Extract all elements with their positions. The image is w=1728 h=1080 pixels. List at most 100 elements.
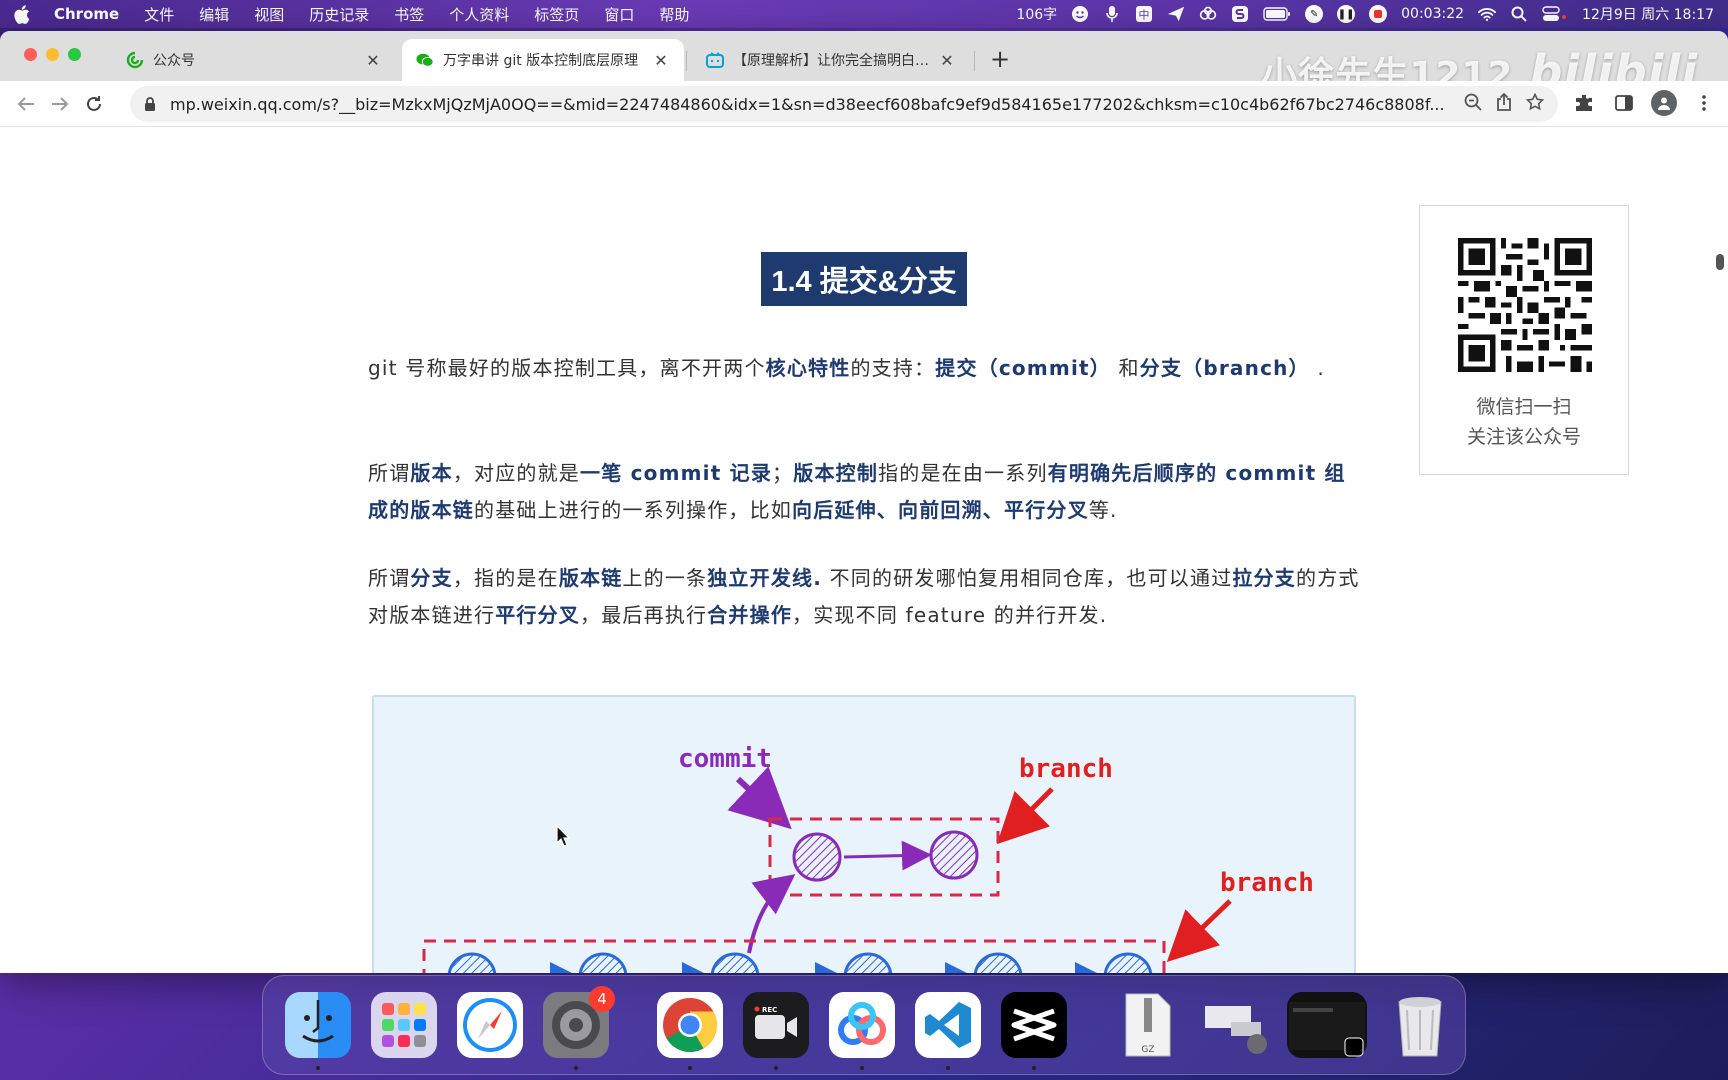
menu-app-name[interactable]: Chrome [54,5,119,23]
trash-icon[interactable] [1387,992,1453,1058]
safari-app-icon[interactable] [457,992,523,1058]
text-run: 上的一条 [622,566,708,590]
tab-strip: 公众号 ✕ 万字串讲 git 版本控制底层原理 ✕ 【原理解析】让你完全搞明白G… [0,31,1728,99]
branch-label-main: branch [1220,868,1314,898]
menu-window[interactable]: 窗口 [604,4,634,25]
recording-timer: 00:03:22 [1401,6,1465,22]
apple-menu-icon[interactable] [14,4,32,24]
commit-label: commit [678,744,772,774]
vscode-app-icon[interactable] [915,992,981,1070]
stop-recording-icon[interactable] [1369,5,1388,23]
reload-button[interactable] [77,87,111,121]
text-run: 指的是在由一系列 [878,461,1048,485]
menu-tabs[interactable]: 标签页 [534,4,579,25]
running-indicator [316,1066,320,1070]
zoom-icon[interactable] [1464,93,1482,115]
omnibox-actions [1464,92,1545,115]
text-run: ； [772,461,794,485]
send-icon[interactable] [1167,5,1185,23]
wifi-icon[interactable] [1478,5,1497,23]
clock[interactable]: 12月9日 周六 18:17 [1582,4,1714,24]
forward-button[interactable] [43,87,77,121]
menu-bookmarks[interactable]: 书签 [394,4,424,25]
menu-file[interactable]: 文件 [144,4,174,25]
tab-article[interactable]: 万字串讲 git 版本控制底层原理 ✕ [402,39,684,81]
qr-caption-follow: 关注该公众号 [1466,426,1581,448]
svg-text:中: 中 [1139,9,1150,22]
commit-pointer-arrow [727,766,792,830]
feature-commit-node [792,832,842,882]
archive-label: GZ [1141,1045,1154,1055]
menu-profiles[interactable]: 个人资料 [449,4,509,25]
page-scrollbar[interactable] [1716,254,1724,270]
system-settings-app-icon[interactable]: 4 [543,986,615,1070]
side-panel-icon[interactable] [1610,89,1638,117]
qr-code-image[interactable] [1458,238,1592,372]
menu-view[interactable]: 视图 [254,4,284,25]
screen-recorder-app-icon[interactable]: REC [743,992,809,1070]
tab-bilibili[interactable]: 【原理解析】让你完全搞明白Git ✕ [692,39,970,81]
feature-commit-node [929,830,979,880]
maximize-window-button[interactable] [68,48,81,61]
archive-file-icon[interactable]: GZ [1115,992,1181,1058]
tab-wechat-official[interactable]: 公众号 ✕ [112,39,396,81]
minimize-window-button[interactable] [46,48,59,61]
menu-help[interactable]: 帮助 [659,4,689,25]
tab-separator [686,51,687,71]
cloud-sync-icon[interactable] [1199,5,1217,23]
tab-close-icon[interactable]: ✕ [938,51,956,70]
lock-icon[interactable] [144,96,158,112]
pause-recording-icon[interactable]: ❚❚ [1337,5,1356,23]
battery-icon[interactable] [1263,5,1291,23]
main-commit-node [843,952,893,973]
text-run: ，对应的就是 [452,461,581,485]
chrome-menu-icon[interactable] [1690,89,1718,117]
close-window-button[interactable] [24,48,37,61]
address-bar[interactable]: mp.weixin.qq.com/s?__biz=MzkxMjQzMjA0OQ=… [130,86,1558,122]
text-run: 的支持： [850,356,936,380]
finder-app-icon[interactable] [285,992,351,1070]
tab-label: 【原理解析】让你完全搞明白Git [733,53,930,69]
highlight-term: 核心特性 [765,356,851,380]
s-app-icon[interactable] [1231,5,1249,23]
paragraph-commit-branch: git 号称最好的版本控制工具，离不开两个核心特性的支持：提交（commit） … [368,350,1360,387]
control-center-icon[interactable] [1542,5,1568,23]
browser-toolbar: mp.weixin.qq.com/s?__biz=MzkxMjQzMjA0OQ=… [0,81,1728,127]
spotlight-search-icon[interactable] [1510,5,1528,23]
capcut-app-icon[interactable] [1001,992,1067,1070]
back-button[interactable] [9,87,43,121]
profile-avatar[interactable] [1650,89,1678,117]
recent-window-thumbnail[interactable] [1287,992,1367,1058]
downloads-stack-icon[interactable] [1201,992,1267,1058]
extensions-icon[interactable] [1570,89,1598,117]
baidu-netdisk-app-icon[interactable] [829,992,895,1070]
branch-pointer-arrow-main [1166,899,1232,962]
input-method-icon[interactable]: 中 [1135,5,1153,23]
dock: 4 REC GZ [262,975,1466,1075]
text-run: 所谓 [368,461,411,485]
highlight-term: 拉分支 [1232,566,1297,590]
url-text[interactable]: mp.weixin.qq.com/s?__biz=MzkxMjQzMjA0OQ=… [170,95,1454,114]
text-run: git 号称最好的版本控制工具，离不开两个 [368,356,766,380]
emoji-icon[interactable] [1071,5,1089,23]
share-icon[interactable] [1496,92,1512,115]
chrome-app-icon[interactable] [657,992,723,1070]
toolbar-right [1570,89,1718,117]
microphone-icon[interactable] [1103,5,1121,23]
feature-commit-arrow [843,840,932,871]
menu-edit[interactable]: 编辑 [199,4,229,25]
pen-icon[interactable]: ✎ [1305,5,1324,23]
web-page: 1.4 提交&分支 git 号称最好的版本控制工具，离不开两个核心特性的支持：提… [0,128,1728,973]
new-tab-button[interactable]: + [986,45,1014,73]
notification-badge: 4 [589,986,615,1012]
tab-close-icon[interactable]: ✕ [364,51,382,70]
bookmark-star-icon[interactable] [1525,92,1545,115]
text-run: . [1309,356,1325,380]
menu-history[interactable]: 历史记录 [309,4,369,25]
highlight-term: 合并操作 [707,603,793,627]
tab-close-icon[interactable]: ✕ [652,51,670,70]
qr-caption-scan: 微信扫一扫 [1476,396,1572,418]
launchpad-app-icon[interactable] [371,992,437,1058]
main-commit-node [1103,952,1153,973]
word-count[interactable]: 106字 [1016,4,1057,24]
